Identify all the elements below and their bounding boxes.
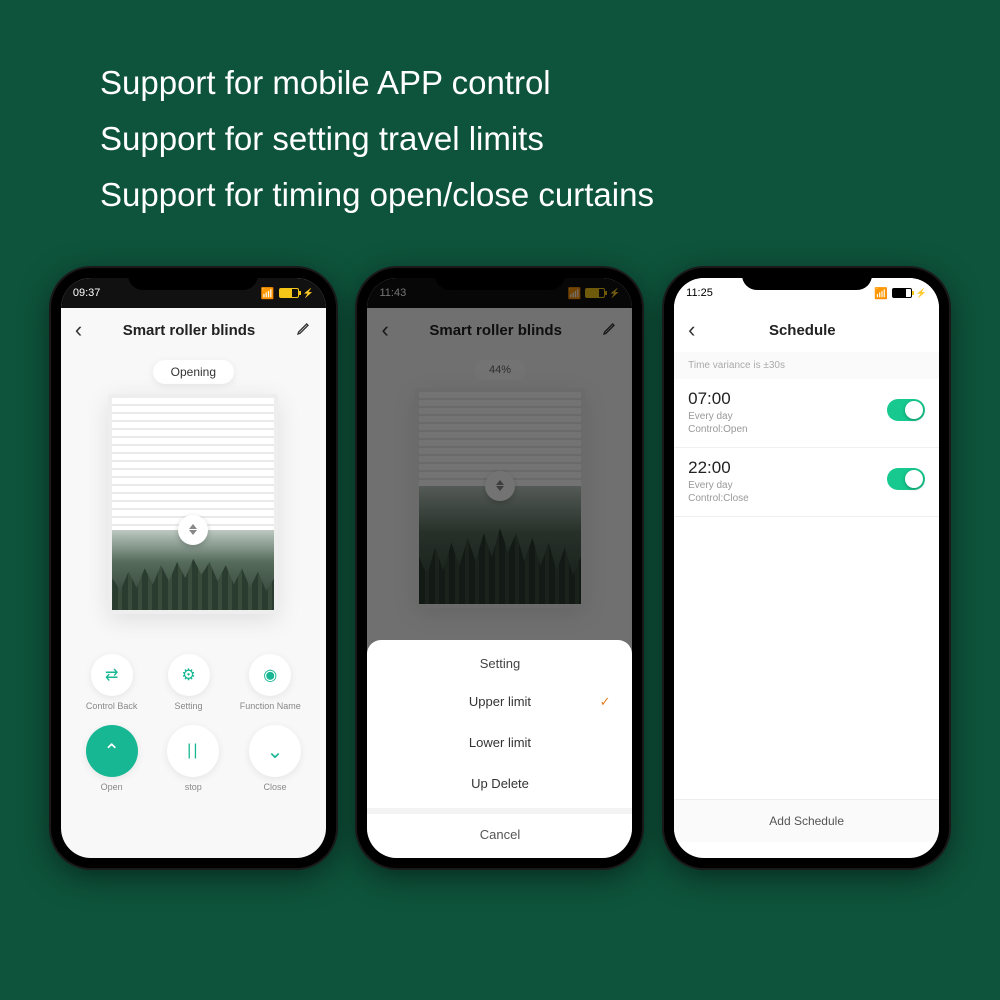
phone-mockup-limits: 11:43 📶 ⚡ ‹ Smart roller blinds 44% [357, 268, 642, 868]
setting-button[interactable]: ⚙ Setting [168, 654, 210, 711]
signal-icon: 📶 [261, 287, 275, 300]
add-schedule-button[interactable]: Add Schedule [674, 799, 939, 842]
phone-notch [128, 268, 258, 290]
schedule-time: 22:00 [688, 458, 749, 478]
phone-mockup-control: 09:37 📶 ⚡ ‹ Smart roller blinds Opening [51, 268, 336, 868]
banner-line-3: Support for timing open/close curtains [100, 167, 1000, 223]
schedule-repeat: Every day [688, 480, 749, 491]
signal-icon: 📶 [874, 287, 888, 300]
page-title: Smart roller blinds [123, 322, 256, 339]
option-lower-limit[interactable]: Lower limit [367, 722, 632, 763]
schedule-item[interactable]: 07:00 Every day Control:Open [674, 379, 939, 448]
back-button[interactable]: ‹ [75, 317, 82, 343]
nav-bar: ‹ Schedule [674, 308, 939, 352]
back-button[interactable]: ‹ [688, 317, 695, 343]
function-name-button[interactable]: ◉ Function Name [240, 654, 301, 711]
banner-line-2: Support for setting travel limits [100, 111, 1000, 167]
pause-icon: || [187, 742, 199, 760]
chevron-down-icon: ⌄ [267, 739, 284, 764]
blind-drag-handle[interactable] [178, 515, 208, 545]
blind-slats [112, 398, 274, 529]
cancel-button[interactable]: Cancel [367, 808, 632, 846]
schedule-control: Control:Close [688, 493, 749, 504]
option-up-delete[interactable]: Up Delete [367, 763, 632, 804]
chevron-up-icon: ⌃ [103, 739, 120, 764]
page-title: Schedule [769, 322, 836, 339]
variance-note: Time variance is ±30s [674, 352, 939, 379]
schedule-time: 07:00 [688, 389, 747, 409]
close-button[interactable]: ⌄ Close [249, 725, 301, 792]
sheet-title: Setting [367, 646, 632, 681]
blind-visualization [108, 394, 278, 614]
phone-mockup-schedule: 11:25 📶 ⚡ ‹ Schedule Time variance is ±3… [664, 268, 949, 868]
battery-icon [892, 288, 912, 298]
stop-button[interactable]: || stop [167, 725, 219, 792]
settings-sheet: Setting Upper limit Lower limit Up Delet… [367, 640, 632, 858]
battery-icon [279, 288, 299, 298]
phone-notch [742, 268, 872, 290]
banner-line-1: Support for mobile APP control [100, 55, 1000, 111]
schedule-repeat: Every day [688, 411, 747, 422]
option-upper-limit[interactable]: Upper limit [367, 681, 632, 722]
gauge-icon: ◉ [263, 665, 277, 685]
charging-icon: ⚡ [916, 288, 927, 299]
schedule-control: Control:Open [688, 424, 747, 435]
status-pill: Opening [153, 360, 234, 384]
schedule-item[interactable]: 22:00 Every day Control:Close [674, 448, 939, 517]
control-back-button[interactable]: ⇄ Control Back [86, 654, 138, 711]
charging-icon: ⚡ [303, 288, 314, 299]
edit-button[interactable] [296, 320, 312, 341]
status-time: 11:25 [686, 287, 713, 299]
open-button[interactable]: ⌃ Open [86, 725, 138, 792]
gear-icon: ⚙ [181, 665, 195, 685]
phone-notch [435, 268, 565, 290]
schedule-toggle[interactable] [887, 468, 925, 490]
schedule-toggle[interactable] [887, 399, 925, 421]
nav-bar: ‹ Smart roller blinds [61, 308, 326, 352]
status-time: 09:37 [73, 287, 101, 299]
swap-icon: ⇄ [105, 665, 118, 685]
banner-text: Support for mobile APP control Support f… [0, 0, 1000, 223]
